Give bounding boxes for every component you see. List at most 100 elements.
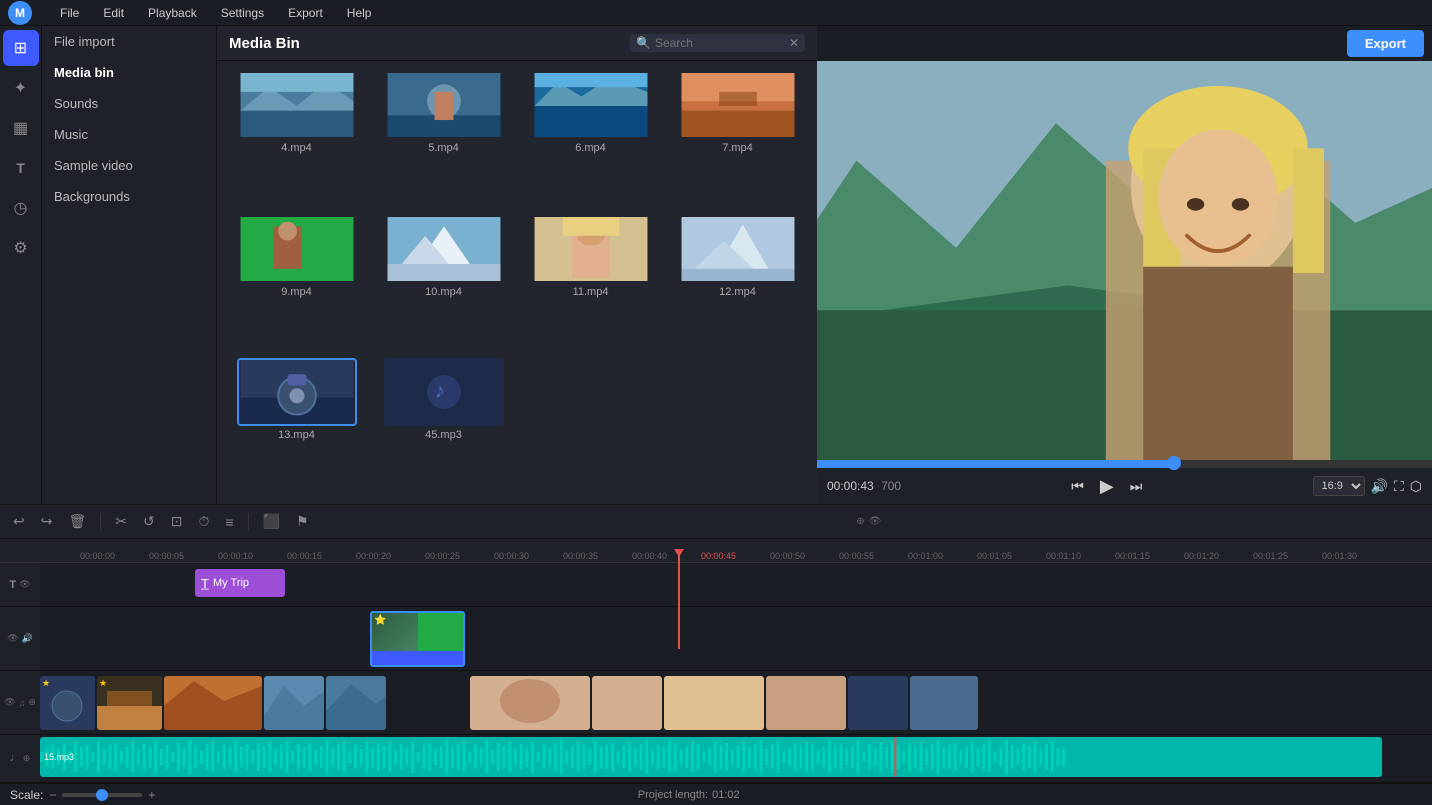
preview-controls: 00:00:43 700 ⏮ ▶ ⏭ 16:9 🔊 ⛶ ⬡ [817,468,1432,504]
sidebar-transitions-icon[interactable]: ▦ [3,110,39,146]
video-clip-6[interactable] [470,676,590,730]
pip-audio-icon[interactable]: 🔊 [22,633,33,644]
media-panel-music[interactable]: Music [42,119,216,150]
export-button[interactable]: Export [1347,30,1424,57]
scale-slider[interactable] [62,793,142,797]
media-panel-backgrounds[interactable]: Backgrounds [42,181,216,212]
audio-track-label: ♩ ⊕ [0,735,40,782]
thumbnail-13mp4[interactable]: 13.mp4 [227,358,366,494]
audio-link-icon[interactable]: ⊕ [23,753,31,764]
volume-icon[interactable]: 🔊 [1371,478,1388,495]
ruler-110: 00:01:10 [1046,551,1081,561]
sidebar-media-icon[interactable]: ⊞ [3,30,39,66]
video-clip-4[interactable] [264,676,324,730]
menu-export[interactable]: Export [284,4,327,22]
svg-text:♪: ♪ [434,380,444,403]
video-clip-8[interactable] [664,676,764,730]
menu-help[interactable]: Help [343,4,376,22]
main-audio-icon[interactable]: ♫ [19,698,26,708]
ruler-105: 00:01:05 [977,551,1012,561]
crop-button[interactable]: ⊡ [166,511,188,532]
scale-minus-icon[interactable]: − [49,788,56,802]
video-clip-3[interactable] [164,676,262,730]
ratio-select[interactable]: 16:9 [1313,476,1365,496]
ruler-115: 00:01:15 [1115,551,1150,561]
thumb-label-9mp4: 9.mp4 [281,286,312,298]
thumbnail-45mp3[interactable]: ♪ 45.mp3 [374,358,513,494]
media-panel-sample-video[interactable]: Sample video [42,150,216,181]
menu-bar: M File Edit Playback Settings Export Hel… [0,0,1432,26]
main-eye-icon[interactable]: 👁 [4,697,15,708]
menu-settings[interactable]: Settings [217,4,268,22]
preview-panel: Export [817,26,1432,504]
sidebar-tools-icon[interactable]: ⚙ [3,230,39,266]
audio-waveform[interactable]: 15.mp3 [40,737,1382,777]
audio-clip-label: 15.mp3 [44,752,74,762]
preview-right-controls: 16:9 🔊 ⛶ ⬡ [1313,476,1422,496]
undo-button[interactable]: ↩ [8,511,30,532]
play-pause-button[interactable]: ▶ [1096,474,1118,499]
flag-button[interactable]: ⚑ [291,511,314,532]
sidebar-history-icon[interactable]: ◷ [3,190,39,226]
thumbnail-9mp4[interactable]: 9.mp4 [227,215,366,351]
ruler-40: 00:00:40 [632,551,667,561]
speed-button[interactable]: ⏱ [193,511,214,532]
video-preview [817,61,1432,460]
delete-button[interactable]: 🗑 [63,511,91,532]
pip-track-content: ⭐ [40,607,1432,670]
title-clip-my-trip[interactable]: T̲ My Trip [195,569,285,597]
thumbnail-7mp4[interactable]: 7.mp4 [668,71,807,207]
search-clear-icon[interactable]: ✕ [789,36,799,50]
search-input[interactable] [655,36,785,50]
rotate-button[interactable]: ↺ [138,511,160,532]
thumbnail-6mp4[interactable]: 6.mp4 [521,71,660,207]
thumbnail-10mp4[interactable]: 10.mp4 [374,215,513,351]
video-clip-5[interactable] [326,676,386,730]
thumbnail-5mp4[interactable]: 5.mp4 [374,71,513,207]
title-overlay-button[interactable]: ⬛ [258,511,285,532]
media-panel-file-import[interactable]: File import [42,26,216,57]
thumbnail-4mp4[interactable]: 4.mp4 [227,71,366,207]
video-clip-7[interactable] [592,676,662,730]
video-clip-9[interactable] [766,676,846,730]
video-clip-2[interactable]: ★ [97,676,162,730]
fullscreen-icon[interactable]: ⛶ [1394,478,1404,495]
next-frame-button[interactable]: ⏭ [1126,476,1147,497]
toolbar-left: ↩ ↪ 🗑 ✂ ↺ ⊡ ⏱ ≡ ⬛ ⚑ [8,511,314,532]
video-clip-11[interactable] [910,676,978,730]
timeline-scroll: 00:00:00 00:00:05 00:00:10 00:00:15 00:0… [0,539,1432,783]
ruler-10: 00:00:10 [218,551,253,561]
menu-file[interactable]: File [56,4,83,22]
track-settings-icon[interactable]: ⊕ [28,697,36,708]
scale-plus-icon[interactable]: + [148,788,155,802]
menu-edit[interactable]: Edit [99,4,128,22]
icon-sidebar: ⊞ ✦ ▦ T ◷ ⚙ [0,26,42,504]
bottom-bar: Scale: − + Project length: 01:02 [0,783,1432,805]
media-panel-media-bin[interactable]: Media bin [42,57,216,88]
video-clip-1[interactable]: ★ [40,676,95,730]
prev-frame-button[interactable]: ⏮ [1067,476,1088,497]
eye-track-icon[interactable]: 👁 [19,579,30,590]
redo-button[interactable]: ↪ [36,511,58,532]
media-panel-sounds[interactable]: Sounds [42,88,216,119]
pip-eye-icon[interactable]: 👁 [7,633,18,644]
sidebar-effects-icon[interactable]: ✦ [3,70,39,106]
progress-bar[interactable] [817,460,1432,468]
cut-button[interactable]: ✂ [110,511,132,532]
thumbnail-11mp4[interactable]: 11.mp4 [521,215,660,351]
thumb-label-12mp4: 12.mp4 [719,286,756,298]
main-area: ⊞ ✦ ▦ T ◷ ⚙ File import Media bin Sounds… [0,26,1432,504]
sidebar-text-icon[interactable]: T [3,150,39,186]
audio-button[interactable]: ≡ [220,512,238,532]
main-video-track-content: ★ ★ [40,671,1432,734]
video-clip-10[interactable] [848,676,908,730]
menu-playback[interactable]: Playback [144,4,201,22]
pip-clip[interactable]: ⭐ [370,611,465,667]
title-clip-label: My Trip [213,577,249,589]
search-box[interactable]: 🔍 ✕ [630,34,805,52]
project-info: Project length: 01:02 [638,789,740,801]
thumbnail-12mp4[interactable]: 12.mp4 [668,215,807,351]
progress-handle[interactable] [1167,456,1181,470]
playhead-triangle [674,549,684,557]
external-window-icon[interactable]: ⬡ [1410,478,1422,495]
